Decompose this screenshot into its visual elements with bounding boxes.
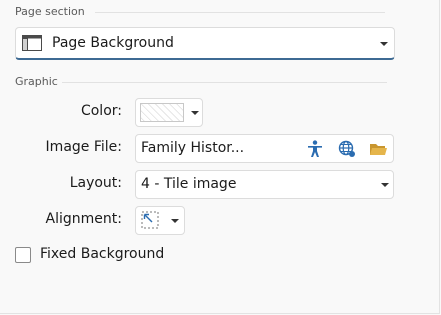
layout-dropdown[interactable]: 4 - Tile image (135, 170, 394, 199)
chevron-down-icon[interactable] (381, 183, 389, 187)
alignment-picker[interactable] (135, 206, 185, 235)
chevron-down-icon[interactable] (171, 219, 179, 223)
page-section-dropdown[interactable]: Page Background (15, 27, 395, 60)
chevron-down-icon[interactable] (380, 42, 388, 46)
color-picker[interactable] (135, 98, 203, 127)
layout-label: Layout: (69, 175, 122, 191)
fixed-background-checkbox[interactable] (15, 247, 31, 263)
image-file-field[interactable]: Family Histor... (135, 134, 394, 163)
image-file-value: Family Histor... (141, 140, 245, 156)
color-label: Color: (80, 103, 122, 119)
folder-icon[interactable] (369, 141, 388, 161)
chevron-down-icon[interactable] (191, 111, 199, 115)
color-swatch (140, 103, 184, 126)
image-file-label: Image File: (45, 139, 122, 155)
globe-icon[interactable] (338, 140, 356, 162)
page-section-divider (95, 12, 385, 13)
page-section-selected: Page Background (52, 35, 174, 51)
graphic-heading: Graphic (15, 75, 58, 88)
fixed-background-label[interactable]: Fixed Background (40, 246, 164, 262)
page-background-icon (22, 35, 42, 55)
layout-value: 4 - Tile image (141, 176, 237, 192)
align-top-left-icon (141, 211, 159, 233)
page-section-heading: Page section (15, 5, 85, 18)
alignment-label: Alignment: (45, 211, 122, 227)
graphic-divider (62, 82, 387, 83)
person-icon[interactable] (307, 140, 323, 162)
